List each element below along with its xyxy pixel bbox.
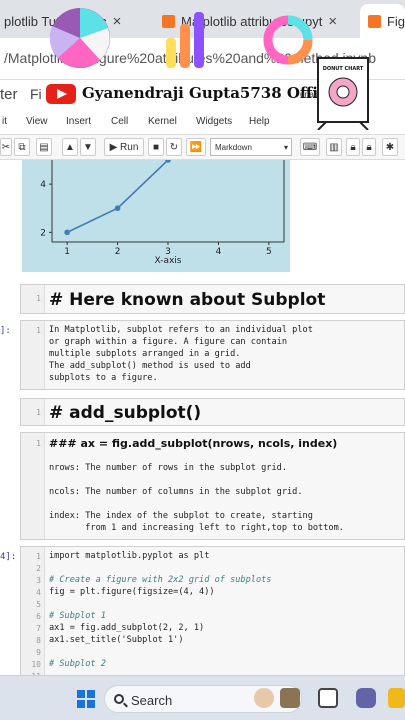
cut-icon[interactable]: ✂ <box>0 138 12 156</box>
lock-icon[interactable]: 🔒︎ <box>346 138 360 156</box>
line-number: 5 <box>36 600 41 609</box>
lock-all-icon[interactable]: 🔒︎ <box>362 138 376 156</box>
series-line <box>66 160 169 234</box>
play-icon: ▶ <box>109 141 121 153</box>
teams-icon[interactable] <box>356 688 376 708</box>
pie-chart-icon <box>49 8 110 68</box>
line-number: 2 <box>36 564 41 573</box>
line-gutter: 1 2 3 4 5 6 7 8 9 10 11 <box>21 547 45 675</box>
file-explorer-icon[interactable] <box>388 688 405 708</box>
cell-toolbar-icon[interactable]: ▥ <box>326 138 342 156</box>
x-tick-label: 2 <box>115 247 121 257</box>
code-add-subplot: ax1 = fig.add_subplot(2, 2, 1) <box>49 623 205 633</box>
donut-chart-icon <box>263 15 313 65</box>
line-number: 1 <box>36 439 41 448</box>
search-label: Search <box>131 693 173 708</box>
windows-taskbar: Search <box>0 675 405 720</box>
param-ncols: ncols: The number of columns in the subp… <box>49 487 303 497</box>
intro-line: multiple subplots arranged in a grid. <box>49 349 241 359</box>
code-figure: fig = plt.figure(figsize=(4, 4)) <box>49 587 215 597</box>
markdown-cell-parameters[interactable]: 1 ### ax = fig.add_subplot(nrows, ncols,… <box>20 432 405 540</box>
chevron-down-icon: ▾ <box>283 142 288 152</box>
intro-line: or graph within a figure. A figure can c… <box>49 337 287 347</box>
line-number: 9 <box>36 648 41 657</box>
code-comment: # Create a figure with 2x2 grid of subpl… <box>49 575 272 585</box>
line-number: 1 <box>36 408 41 417</box>
plot-output: 1234524 X-axis <box>22 160 290 272</box>
line-number: 7 <box>36 624 41 633</box>
subplot-heading: # Here known about Subplot <box>49 290 326 310</box>
search-icon <box>114 694 124 704</box>
keyboard-icon[interactable]: ⌨ <box>300 138 320 156</box>
copy-icon[interactable]: ⧉ <box>14 138 30 156</box>
run-button[interactable]: ▶ Run <box>104 138 144 156</box>
line-number: 4 <box>36 588 41 597</box>
restart-icon[interactable]: ↻ <box>166 138 182 156</box>
y-tick-label: 2 <box>40 228 46 238</box>
intro-line: In Matplotlib, subplot refers to an indi… <box>49 325 313 335</box>
line-number: 10 <box>31 660 41 669</box>
task-view-icon[interactable] <box>318 688 338 708</box>
notebook-toolbar: ✂ ⧉ ▤ ▲ ▼ ▶ Run ■ ↻ ⏩ Markdown ▾ ⌨ ▥ 🔒︎ … <box>0 134 405 160</box>
markdown-cell-intro[interactable]: 1 In Matplotlib, subplot refers to an in… <box>20 320 405 390</box>
param-index-cont: from 1 and increasing left to right,top … <box>49 523 344 533</box>
line-gutter: 1 <box>21 399 45 425</box>
line-number: 1 <box>36 552 41 561</box>
data-point <box>114 205 121 212</box>
param-nrows: nrows: The number of rows in the subplot… <box>49 463 287 473</box>
paste-icon[interactable]: ▤ <box>36 138 52 156</box>
windows-start-icon[interactable] <box>77 690 95 708</box>
fast-forward-icon[interactable]: ⏩ <box>186 138 206 156</box>
avatar-icon[interactable] <box>254 688 274 708</box>
code-cell[interactable]: 1 2 3 4 5 6 7 8 9 10 11 import matplotli… <box>20 546 405 675</box>
extension-icon[interactable]: ✱ <box>382 138 398 156</box>
run-label: Run <box>120 141 139 153</box>
cell-type-select[interactable]: Markdown ▾ <box>210 138 292 156</box>
code-comment: # Subplot 1 <box>49 611 106 621</box>
notebook-area: 1 2 3 4 5 2 4 X-axis 1 # Here known about Subp… <box>0 160 405 675</box>
bar-chart-icon <box>166 12 204 68</box>
markdown-cell-subplot-heading[interactable]: 1 # Here known about Subplot <box>20 284 405 314</box>
move-up-icon[interactable]: ▲ <box>62 138 78 156</box>
line-chart: 1 2 3 4 524 X-axis <box>40 160 285 266</box>
code-comment: # Subplot 2 <box>49 659 106 669</box>
line-gutter: 1 <box>21 285 45 313</box>
stop-icon[interactable]: ■ <box>148 138 164 156</box>
line-number: 1 <box>36 294 41 303</box>
line-number: 3 <box>36 576 41 585</box>
donut-chart-board-label: DONUT CHART <box>323 66 364 72</box>
intro-line: The add_subplot() method is used to add <box>49 361 251 371</box>
params-heading: ### ax = fig.add_subplot(nrows, ncols, i… <box>49 437 338 450</box>
widget-icon[interactable] <box>280 688 300 708</box>
overlay-icons: DONUT CHART <box>49 8 369 130</box>
add-subplot-heading: # add_subplot() <box>49 403 202 423</box>
param-index: index: The index of the subplot to creat… <box>49 511 313 521</box>
x-tick-label: 5 <box>266 247 272 257</box>
cell-prompt: ]: <box>0 326 11 336</box>
x-tick-label: 1 <box>64 247 70 257</box>
move-down-icon[interactable]: ▼ <box>80 138 96 156</box>
code-import: import matplotlib.pyplot as plt <box>49 551 210 561</box>
cell-prompt: 4]: <box>0 552 17 562</box>
line-gutter: 1 <box>21 433 45 539</box>
line-number: 6 <box>36 612 41 621</box>
data-point <box>64 229 70 236</box>
intro-line: subplots to a figure. <box>49 373 158 383</box>
cell-type-value: Markdown <box>215 142 252 152</box>
y-tick-label: 4 <box>40 180 46 190</box>
line-gutter: 1 <box>21 321 45 389</box>
markdown-cell-add-subplot-heading[interactable]: 1 # add_subplot() <box>20 398 405 426</box>
x-tick-label: 4 <box>216 247 222 257</box>
line-number: 1 <box>36 326 41 335</box>
x-axis-label: X-axis <box>155 256 182 266</box>
code-set-title: ax1.set_title('Subplot 1') <box>49 635 184 645</box>
line-number: 8 <box>36 636 41 645</box>
